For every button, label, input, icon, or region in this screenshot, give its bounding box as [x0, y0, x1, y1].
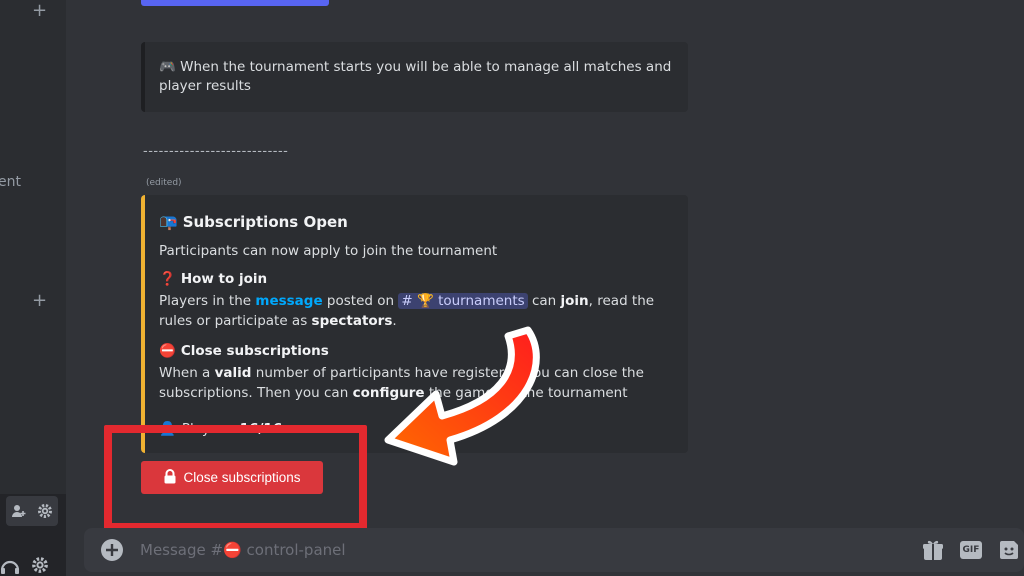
edited-tag: (edited) — [146, 178, 182, 188]
composer-actions: GIF — [922, 528, 1024, 572]
text-segment: posted on — [322, 293, 399, 309]
channel-mention-tournaments[interactable]: # 🏆 tournaments — [398, 293, 528, 309]
annotation-arrow-icon — [384, 326, 540, 466]
embed-description: Participants can now apply to join the t… — [159, 243, 498, 259]
note-text: When the tournament starts you will be a… — [159, 59, 672, 94]
join-bold: join — [560, 293, 589, 309]
sidebar-channel-label[interactable]: ent — [0, 174, 21, 190]
headset-icon[interactable] — [0, 558, 20, 574]
embed-title-text: Subscriptions Open — [182, 213, 348, 231]
hash-icon: # — [401, 293, 413, 309]
gift-icon[interactable] — [922, 539, 944, 561]
close-subscriptions-label: Close subscriptions — [180, 343, 329, 359]
separator-line: ---------------------------- — [143, 144, 289, 159]
add-member-icon[interactable] — [11, 503, 27, 519]
valid-bold: valid — [214, 365, 252, 381]
gear-icon[interactable] — [37, 503, 53, 519]
user-controls — [6, 496, 58, 526]
controller-emoji-icon: 🎮 — [159, 59, 176, 75]
add-channel-plus-icon-2[interactable]: + — [32, 292, 47, 310]
channel-name: tournaments — [438, 293, 525, 309]
question-mark-icon: ❓ — [159, 271, 176, 287]
mailbox-icon: 📭 — [159, 213, 178, 231]
user-settings-gear-icon[interactable] — [30, 556, 50, 574]
gif-icon[interactable]: GIF — [960, 541, 982, 559]
tournament-note-embed: 🎮 When the tournament starts you will be… — [141, 42, 688, 112]
annotation-highlight-box — [104, 425, 367, 531]
channel-sidebar: + ent + — [0, 0, 66, 576]
embed-title: 📭 Subscriptions Open — [159, 213, 674, 231]
message-link[interactable]: message — [255, 293, 322, 309]
previous-message-button[interactable] — [141, 0, 329, 6]
no-entry-icon: ⛔ — [159, 343, 176, 359]
add-circle-icon[interactable] — [100, 538, 124, 562]
text-segment: Players in the — [159, 293, 256, 309]
sticker-icon[interactable] — [998, 539, 1020, 561]
add-channel-plus-icon[interactable]: + — [32, 2, 47, 20]
how-to-join-label: How to join — [180, 271, 268, 287]
trophy-icon: 🏆 — [416, 293, 434, 309]
message-input[interactable] — [140, 541, 740, 559]
how-to-join-heading: ❓ How to join — [159, 271, 674, 287]
message-composer: GIF — [84, 528, 1024, 572]
text-segment: can — [527, 293, 561, 309]
text-segment: When a — [159, 365, 215, 381]
